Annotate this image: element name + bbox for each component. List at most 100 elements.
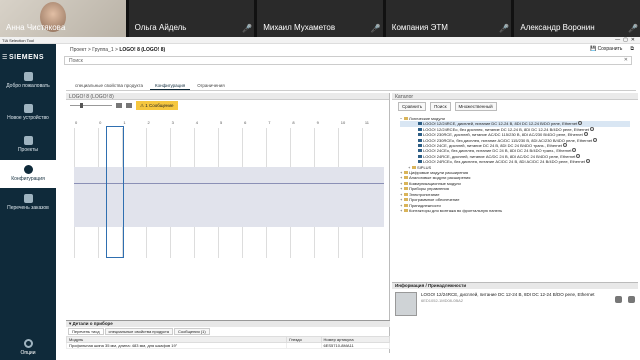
save-button[interactable]: 💾 Сохранить <box>590 46 622 52</box>
breadcrumb-item[interactable]: Проект <box>70 47 86 53</box>
order-list-icon <box>23 194 33 203</box>
folder-icon <box>404 192 408 196</box>
slot-number: 3 <box>171 120 174 125</box>
details-tab-messages[interactable]: Сообщения (1) <box>173 328 210 335</box>
add-to-config-icon[interactable] <box>615 296 622 303</box>
table-row[interactable]: Профильная шина 35 мм, длина: 483 мм, дл… <box>65 342 390 349</box>
title-bar: TIA Selection Tool —▢✕ <box>0 37 640 44</box>
accessories-icon[interactable] <box>628 296 635 303</box>
configuration-icon <box>23 165 33 174</box>
sidebar-item-projects[interactable]: Проекты <box>0 136 56 162</box>
table-cell <box>286 342 322 349</box>
tab-restrictions[interactable]: Ограничения <box>192 82 229 90</box>
save-label: Сохранить <box>597 46 623 52</box>
info-body: LOGO! 12/24RCE, дисплей, питание DC 12-2… <box>392 289 638 319</box>
product-info: LOGO! 12/24RCE, дисплей, питание DC 12-2… <box>421 292 611 316</box>
tree-item-label: Аналоговые модули расширения <box>409 175 471 181</box>
sidebar-item-new-device[interactable]: Новое устройство <box>0 104 56 130</box>
top-actions: 💾 Сохранить ⧉ <box>590 46 634 52</box>
info-icon[interactable] <box>589 126 594 131</box>
gear-icon <box>23 339 33 348</box>
folder-icon <box>404 198 408 202</box>
participant-tile[interactable]: Ольга Айдель 🎤 <box>128 0 255 37</box>
product-article: 6ED1052-1MD08-0BA2 <box>421 298 464 303</box>
breadcrumb-sep: > <box>87 47 91 53</box>
share-icon[interactable]: ⧉ <box>630 46 634 52</box>
sidebar-item-welcome[interactable]: Добро пожаловать <box>0 72 56 98</box>
search-button[interactable]: Поиск <box>430 102 451 111</box>
module-icon <box>418 149 422 153</box>
slot-number: 7 <box>268 120 271 125</box>
multiple-button[interactable]: Множественный <box>454 102 497 111</box>
participant-tile[interactable]: Михаил Мухаметов 🎤 <box>257 0 383 37</box>
tab-special-properties[interactable]: специальные свойства продукта <box>70 82 148 90</box>
selected-slot[interactable] <box>106 126 124 258</box>
search-input[interactable]: Поиск ✕ <box>64 56 632 65</box>
window-controls[interactable]: —▢✕ <box>615 37 638 44</box>
menu-icon[interactable]: ☰ <box>2 54 7 61</box>
main-area: Проект > Группа_1 > LOGO! 8 (LOGO! 8) 💾 … <box>56 44 640 360</box>
sidebar-item-configuration[interactable]: Конфигурация <box>0 160 56 188</box>
folder-icon <box>404 171 408 175</box>
view-icon[interactable] <box>126 102 132 108</box>
slot-number: 5 <box>219 120 223 125</box>
pane-subtitle: (LOGO! 8) <box>90 94 114 100</box>
slot-number: 8 <box>292 120 295 125</box>
info-icon[interactable] <box>585 159 590 164</box>
tree-item-label: Принадлежности <box>409 202 441 208</box>
home-icon <box>23 72 33 81</box>
sidebar-item-label: Добро пожаловать <box>6 83 50 89</box>
info-icon[interactable] <box>572 148 577 153</box>
details-table: Модуль Гнездо Номер артикула Профильная … <box>65 336 390 349</box>
sidebar-item-label: Перечень заказов <box>7 205 49 211</box>
sidebar-item-order-list[interactable]: Перечень заказов <box>0 194 56 220</box>
sidebar: ☰ SIEMENS Добро пожаловать Новое устройс… <box>0 44 56 360</box>
participant-tile[interactable]: Компания ЭТМ 🎤 <box>385 0 512 37</box>
slot-number: 10 <box>340 120 346 125</box>
info-icon[interactable] <box>583 132 588 137</box>
compare-button[interactable]: Сравнить <box>398 102 427 111</box>
brand-logo: SIEMENS <box>9 54 45 61</box>
tab-bar: специальные свойства продукта Конфигурац… <box>70 82 230 90</box>
details-tab-properties[interactable]: специальные свойства продукта <box>104 328 173 335</box>
module-icon <box>418 127 422 131</box>
slot-number: 11 <box>364 120 370 125</box>
breadcrumb-item[interactable]: Группа_1 <box>92 47 113 53</box>
sidebar-item-options[interactable]: Опции <box>0 339 56 356</box>
tree-item-label: SIPLUS <box>417 164 432 170</box>
details-tab-list[interactable]: Перечень тисд <box>68 328 104 335</box>
zoom-slider-handle[interactable] <box>80 102 83 108</box>
message-badge[interactable]: ⚠ 1 Сообщение <box>136 100 178 110</box>
folder-icon <box>404 117 408 120</box>
tab-configuration[interactable]: Конфигурация <box>150 82 191 90</box>
info-icon[interactable] <box>562 143 567 148</box>
sidebar-item-label: Опции <box>20 350 36 356</box>
folder-icon <box>404 187 408 191</box>
catalog-tree: − Логические модули LOGO! 12/24RCE, диспле… <box>392 113 638 216</box>
participant-tile[interactable]: Александр Воронин 🎤 <box>514 0 640 37</box>
pane-header: LOGO! 8 (LOGO! 8) <box>66 93 389 100</box>
slot-number: 2 <box>147 120 150 125</box>
participant-tile[interactable]: Анна Чистякова <box>0 0 126 37</box>
participant-name: Михаил Мухаметов <box>263 23 336 32</box>
catalog-pane: Каталог Сравнить Поиск Множественный − Ло… <box>392 93 638 281</box>
tree-item-label: Логические модули <box>409 116 445 121</box>
tree-item-label: LOGO! 24CEo, без дисплея, питание DC 24 … <box>423 148 572 154</box>
info-icon[interactable] <box>578 121 583 126</box>
info-icon[interactable] <box>593 137 598 142</box>
tree-item-label: LOGO! 12/24RCEo, без дисплея, питание DC… <box>423 126 589 132</box>
participant-name: Анна Чистякова <box>6 23 66 32</box>
zoom-slider[interactable] <box>70 102 112 108</box>
info-icon[interactable] <box>576 153 581 158</box>
close-icon[interactable]: ✕ <box>624 57 628 63</box>
folder-icon <box>404 208 408 212</box>
view-icon[interactable] <box>116 102 122 108</box>
sidebar-item-label: Проекты <box>17 147 39 153</box>
pane-title: LOGO! 8 <box>69 94 90 100</box>
tree-item[interactable]: + Контакторы для монтажа во фронтальную п… <box>400 208 630 213</box>
configuration-pane: LOGO! 8 (LOGO! 8) ⚠ 1 Сообщение 0 0 1 2 … <box>66 93 390 353</box>
divider <box>66 90 636 91</box>
app-window: TIA Selection Tool —▢✕ ☰ SIEMENS Добро п… <box>0 37 640 360</box>
participant-name: Ольга Айдель <box>134 23 187 32</box>
slot-number: 0 <box>99 120 102 125</box>
